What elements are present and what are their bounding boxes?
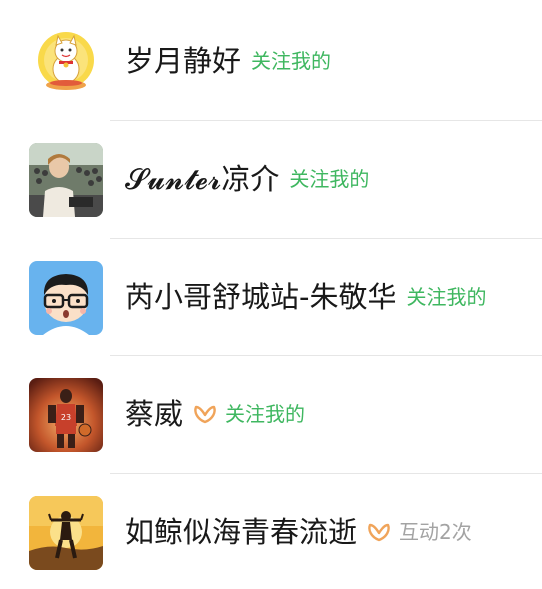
- contact-row[interactable]: 芮小哥舒城站-朱敬华 关注我的: [0, 238, 542, 356]
- basketball-player-avatar-icon: 23: [29, 378, 103, 452]
- avatar-lucky-cat[interactable]: [29, 25, 103, 99]
- contact-name: 岁月静好: [125, 43, 242, 78]
- contact-row[interactable]: 如鲸似海青春流逝 互动2次: [0, 473, 542, 589]
- avatar-basketball-player[interactable]: 23: [29, 378, 103, 452]
- contact-info: 芮小哥舒城站-朱敬华 关注我的: [125, 238, 486, 356]
- relation-label: 关注我的: [289, 167, 370, 191]
- sunset-figure-avatar-icon: [29, 496, 103, 570]
- contact-row[interactable]: 岁月静好 关注我的: [0, 2, 542, 120]
- lucky-cat-avatar-icon: [29, 25, 103, 99]
- contact-name: 𝓢𝓾𝓷𝓽𝓮𝓻凉介: [125, 161, 280, 196]
- heart-pulse-icon: [193, 404, 217, 424]
- contact-info: 蔡威 关注我的: [125, 355, 305, 473]
- person-photo-avatar-icon: [29, 143, 103, 217]
- contact-row[interactable]: 23 蔡威 关注我的: [0, 355, 542, 473]
- relation-label: 互动2次: [399, 520, 472, 544]
- contact-info: 𝓢𝓾𝓷𝓽𝓮𝓻凉介 关注我的: [125, 120, 369, 238]
- contact-name: 蔡威: [125, 396, 184, 431]
- contact-name: 芮小哥舒城站-朱敬华: [125, 279, 397, 314]
- contact-row[interactable]: 𝓢𝓾𝓷𝓽𝓮𝓻凉介 关注我的: [0, 120, 542, 238]
- avatar-cartoon-boy[interactable]: [29, 261, 103, 335]
- relation-label: 关注我的: [251, 49, 332, 73]
- contact-info: 如鲸似海青春流逝 互动2次: [125, 473, 472, 589]
- relation-label: 关注我的: [406, 285, 487, 309]
- avatar-sunset-figure[interactable]: [29, 496, 103, 570]
- contact-info: 岁月静好 关注我的: [125, 2, 331, 120]
- contact-name: 如鲸似海青春流逝: [125, 514, 358, 549]
- relation-label: 关注我的: [225, 402, 306, 426]
- heart-pulse-icon: [367, 522, 391, 542]
- avatar-photo-crowd[interactable]: [29, 143, 103, 217]
- svg-text:23: 23: [61, 413, 71, 422]
- contact-list: 岁月静好 关注我的 𝓢𝓾𝓷𝓽𝓮𝓻凉介 关注我的 芮小哥舒城站-朱敬华 关注我的 …: [0, 0, 542, 589]
- cartoon-boy-avatar-icon: [29, 261, 103, 335]
